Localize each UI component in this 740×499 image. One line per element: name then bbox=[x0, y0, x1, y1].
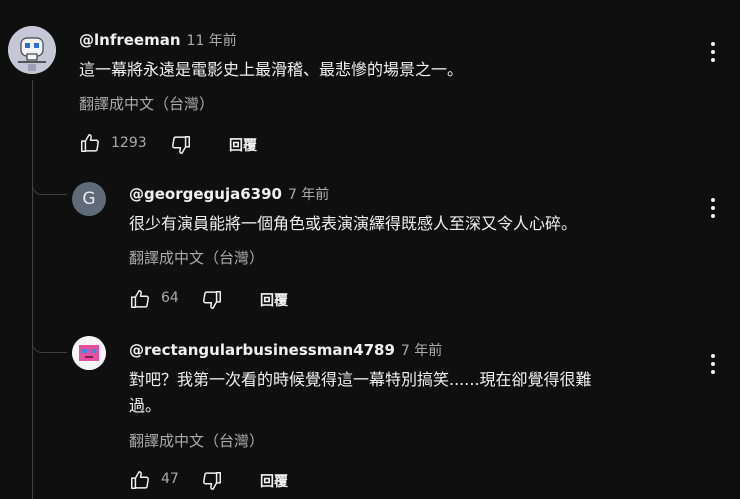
reply-button[interactable]: 回覆 bbox=[229, 135, 257, 155]
translate-link[interactable]: 翻譯成中文（台灣） bbox=[129, 247, 264, 268]
comment-time[interactable]: 11 年前 bbox=[187, 33, 237, 49]
comment-text: 很少有演員能將一個角色或表演演繹得既感人至深又令人心碎。 bbox=[129, 214, 578, 233]
comment-text: 這一幕將永遠是電影史上最滑稽、最悲慘的場景之一。 bbox=[79, 60, 464, 79]
comment-text-line: 過。 bbox=[129, 396, 162, 415]
translate-link[interactable]: 翻譯成中文（台灣） bbox=[79, 93, 214, 114]
more-options-icon[interactable] bbox=[710, 354, 716, 374]
comment-text-line: 對吧？我第一次看的時候覺得這一幕特別搞笑......現在卻覺得很難 bbox=[129, 370, 592, 389]
dislike-button[interactable] bbox=[170, 134, 192, 156]
dislike-button[interactable] bbox=[201, 289, 223, 311]
thumbs-down-icon bbox=[203, 472, 221, 490]
like-count: 64 bbox=[161, 290, 179, 306]
reply-comment: G @georgeguja6390 7 年前 很少有演員能將一個角色或表演演繹得既… bbox=[0, 172, 740, 322]
reply-button[interactable]: 回覆 bbox=[260, 290, 288, 310]
like-button[interactable] bbox=[129, 288, 151, 310]
thumbs-down-icon bbox=[203, 291, 221, 309]
dislike-button[interactable] bbox=[201, 470, 223, 492]
translate-link[interactable]: 翻譯成中文（台灣） bbox=[129, 430, 264, 451]
thumbs-up-icon bbox=[131, 471, 149, 489]
like-count: 47 bbox=[161, 471, 179, 487]
reply-button[interactable]: 回覆 bbox=[260, 471, 288, 491]
like-count: 1293 bbox=[111, 135, 147, 151]
comment-time[interactable]: 7 年前 bbox=[288, 187, 329, 203]
comment-text: 對吧？我第一次看的時候覺得這一幕特別搞笑......現在卻覺得很難 過。 bbox=[129, 367, 592, 419]
avatar[interactable] bbox=[72, 336, 106, 370]
more-options-icon[interactable] bbox=[710, 198, 716, 218]
thumbs-down-icon bbox=[172, 136, 190, 154]
comment-author[interactable]: @lnfreeman bbox=[79, 31, 181, 49]
more-options-icon[interactable] bbox=[710, 42, 716, 62]
avatar[interactable]: G bbox=[72, 182, 106, 216]
comment-author[interactable]: @georgeguja6390 bbox=[129, 185, 282, 203]
comment-time[interactable]: 7 年前 bbox=[401, 343, 442, 359]
comment: @lnfreeman 11 年前 這一幕將永遠是電影史上最滑稽、最悲慘的場景之一。… bbox=[0, 0, 740, 170]
avatar-letter: G bbox=[82, 189, 96, 209]
rectangle-avatar-icon bbox=[72, 336, 106, 370]
skull-avatar-icon bbox=[8, 26, 56, 74]
thumbs-up-icon bbox=[131, 290, 149, 308]
like-button[interactable] bbox=[129, 469, 151, 491]
comment-author[interactable]: @rectangularbusinessman4789 bbox=[129, 341, 395, 359]
thumbs-up-icon bbox=[81, 134, 99, 152]
reply-comment: @rectangularbusinessman4789 7 年前 對吧？我第一次看… bbox=[0, 330, 740, 499]
like-button[interactable] bbox=[79, 132, 101, 154]
avatar[interactable] bbox=[8, 26, 56, 74]
